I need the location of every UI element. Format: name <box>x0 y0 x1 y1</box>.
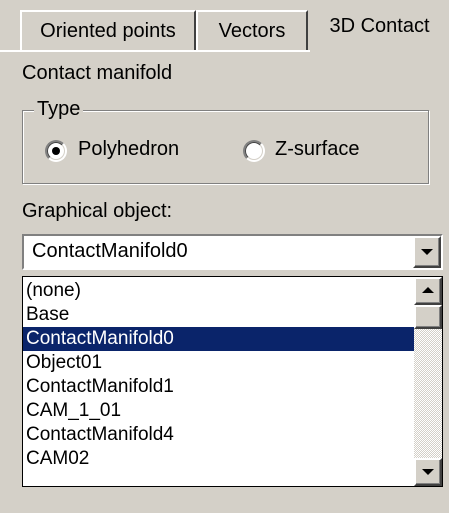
scroll-up-button[interactable] <box>414 277 442 305</box>
scroll-down-button[interactable] <box>414 458 442 486</box>
tab-oriented-points[interactable]: Oriented points <box>20 10 196 50</box>
combobox-value: ContactManifold0 <box>32 240 188 262</box>
polyhedron-radio[interactable] <box>45 140 67 162</box>
tab-vectors[interactable]: Vectors <box>196 10 308 50</box>
list-item[interactable]: CAM_1_01 <box>23 399 414 423</box>
list-item[interactable]: ContactManifold4 <box>23 423 414 447</box>
scrollbar-thumb[interactable] <box>414 305 442 329</box>
polyhedron-label[interactable]: Polyhedron <box>78 138 179 161</box>
graphical-object-combobox[interactable]: ContactManifold0 <box>22 234 443 270</box>
z-surface-radio[interactable] <box>243 140 265 162</box>
chevron-down-icon <box>422 469 434 475</box>
radio-selected-dot <box>52 147 60 155</box>
combobox-dropdown-button[interactable] <box>413 236 441 268</box>
chevron-down-icon <box>421 249 433 255</box>
list-item[interactable]: (none) <box>23 279 414 303</box>
list-item[interactable]: Base <box>23 303 414 327</box>
vertical-scrollbar[interactable] <box>414 277 442 486</box>
tab-strip: Oriented points Vectors 3D Contact <box>0 0 449 50</box>
panel-title: Contact manifold <box>22 62 173 84</box>
graphical-object-dropdown-list[interactable]: (none) Base ContactManifold0 Object01 Co… <box>22 276 443 487</box>
list-item-selected[interactable]: ContactManifold0 <box>23 327 414 351</box>
chevron-up-icon <box>422 287 434 293</box>
list-item[interactable]: CAM02 <box>23 447 414 471</box>
contact-panel: Oriented points Vectors 3D Contact Conta… <box>0 0 449 513</box>
graphical-object-label: Graphical object: <box>22 200 173 222</box>
list-item[interactable]: Object01 <box>23 351 414 375</box>
tab-3d-contact[interactable]: 3D Contact <box>310 4 449 50</box>
z-surface-label[interactable]: Z-surface <box>275 138 359 161</box>
tab-frame-divider <box>0 50 310 52</box>
list-item[interactable]: ContactManifold1 <box>23 375 414 399</box>
type-group-title: Type <box>34 97 84 121</box>
